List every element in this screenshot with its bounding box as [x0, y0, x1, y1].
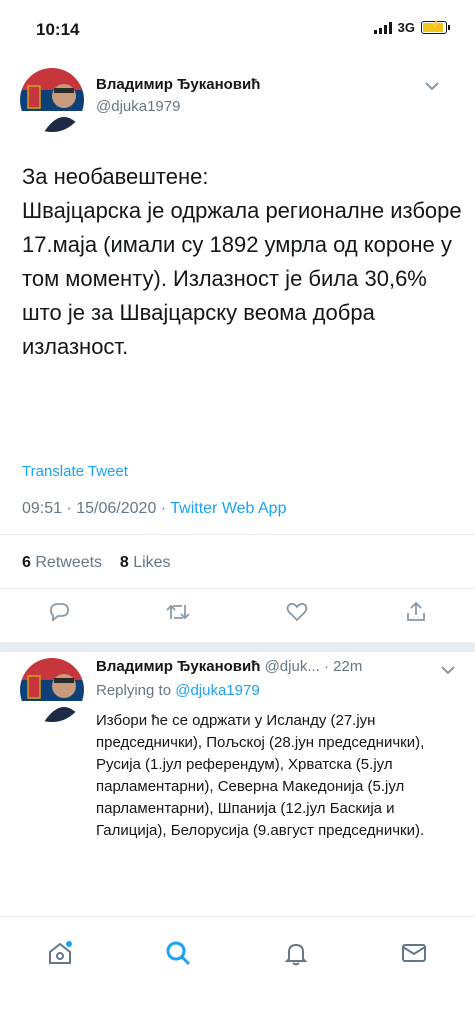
- section-divider: [0, 642, 475, 652]
- messages-icon[interactable]: [394, 935, 434, 971]
- likes-stat[interactable]: 8 Likes: [120, 554, 171, 571]
- reply-icon[interactable]: [39, 596, 79, 628]
- status-time: 10:14: [36, 20, 80, 39]
- reply-time: · 22m: [324, 658, 363, 675]
- chevron-down-icon[interactable]: [425, 78, 439, 96]
- status-indicators: 3G ⚡: [373, 20, 450, 35]
- divider: [0, 534, 475, 535]
- retweet-icon[interactable]: [158, 596, 198, 628]
- reply-text: Избори ће се одржати у Исланду (27.јун п…: [96, 712, 425, 839]
- search-icon[interactable]: [158, 935, 198, 971]
- author-handle[interactable]: @djuka1979: [96, 98, 180, 115]
- status-bar: 10:14 3G ⚡: [0, 0, 475, 56]
- reply-author-handle[interactable]: @djuk...: [265, 658, 320, 675]
- signal-icon: [373, 21, 392, 34]
- tweet-source-link[interactable]: Twitter Web App: [170, 500, 286, 517]
- translate-tweet-link[interactable]: Translate Tweet: [22, 463, 128, 480]
- avatar[interactable]: [20, 658, 84, 722]
- battery-icon: ⚡: [421, 20, 450, 34]
- home-icon[interactable]: [40, 935, 80, 971]
- reply-author-name[interactable]: Владимир Ђукановић: [96, 658, 260, 675]
- chevron-down-icon[interactable]: [441, 662, 455, 680]
- replying-to: Replying to @djuka1979: [96, 682, 260, 699]
- tweet-meta: 09:51 · 15/06/2020 · Twitter Web App: [22, 500, 286, 518]
- retweets-stat[interactable]: 6 Retweets: [22, 554, 102, 571]
- tweet-text: За необавештене: Швајцарска је одржала р…: [22, 164, 462, 359]
- share-icon[interactable]: [396, 596, 436, 628]
- like-icon[interactable]: [277, 596, 317, 628]
- avatar[interactable]: [20, 68, 84, 132]
- tweet-actions: [0, 596, 475, 628]
- author-name[interactable]: Владимир Ђукановић: [96, 76, 260, 93]
- tab-bar: [0, 916, 475, 1025]
- divider: [0, 588, 475, 589]
- notifications-icon[interactable]: [276, 935, 316, 971]
- tweet-timestamp: 09:51 · 15/06/2020 ·: [22, 500, 171, 517]
- replying-to-handle[interactable]: @djuka1979: [175, 682, 259, 699]
- network-label: 3G: [397, 20, 415, 35]
- reply-header: Владимир Ђукановић @djuk... · 22m: [96, 658, 362, 675]
- tweet-stats: 6 Retweets 8 Likes: [22, 554, 171, 572]
